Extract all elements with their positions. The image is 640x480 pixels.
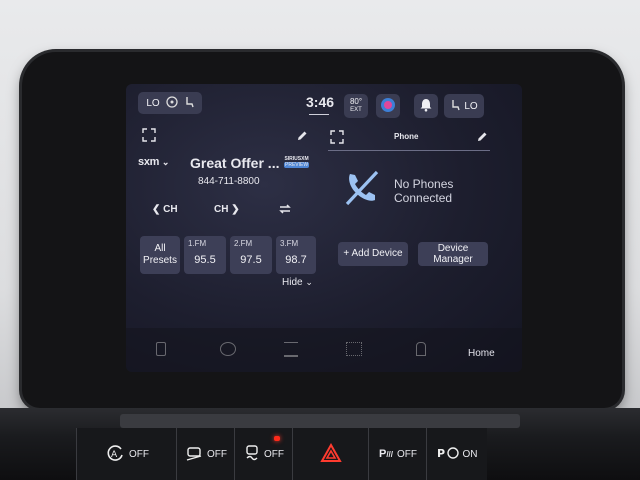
hide-label: Hide [282, 277, 303, 288]
expand-radio-icon[interactable] [142, 128, 156, 142]
comfort-icon[interactable] [220, 342, 236, 356]
edit-radio-icon[interactable] [296, 130, 308, 142]
auto-start-stop-state: OFF [129, 448, 149, 460]
right-seat-heat-button[interactable]: LO [444, 94, 484, 118]
phone-status: No Phones Connected [394, 177, 453, 205]
chevron-left-icon: ❮ [152, 204, 161, 215]
exterior-temp: 80° EXT [344, 94, 368, 118]
phone-dock-icon[interactable] [416, 342, 426, 356]
edit-phone-icon[interactable] [476, 131, 488, 143]
siriusxm-app-button[interactable] [376, 94, 400, 118]
station-title: Great Offer ... [190, 155, 280, 171]
right-seat-label: LO [464, 100, 478, 112]
source-selector[interactable]: sxm ⌄ [138, 156, 169, 168]
phone-panel-title: Phone [394, 132, 419, 141]
all-presets-line1: All [154, 243, 166, 254]
hill-descent-state: OFF [207, 448, 227, 460]
apps-icon[interactable] [346, 342, 362, 356]
traction-control-state: OFF [264, 448, 284, 460]
traction-control-switch[interactable]: OFF [234, 428, 293, 480]
auto-start-stop-icon: A [105, 443, 125, 466]
expand-phone-icon[interactable] [330, 130, 344, 144]
left-seat-label: LO [146, 97, 160, 109]
svg-text:A: A [111, 450, 118, 460]
preset-frequency: 97.5 [240, 254, 262, 266]
phone-status-line2: Connected [394, 191, 453, 205]
seat-heat-icon [184, 96, 194, 111]
siriusxm-preview-badge: SIRIUSXM PREVIEW [284, 156, 310, 168]
hardware-switch-bank: A OFF OFF OFF P/// OFF P ON [0, 408, 640, 480]
all-presets-button[interactable]: All Presets [140, 236, 180, 274]
lane-assist-switch[interactable]: P ON [426, 428, 487, 480]
steering-heat-icon [166, 95, 178, 111]
hazard-icon [320, 442, 342, 466]
infotainment-screen: LO 3:46 80° EXT LO sxm ⌄ Great Offer ...… [126, 84, 522, 372]
station-phone-number: 844-711-8800 [198, 176, 260, 187]
channel-up-label: CH [214, 204, 229, 215]
chevron-down-icon: ⌄ [161, 157, 170, 167]
hazard-switch[interactable] [292, 428, 369, 480]
bottom-dock [126, 328, 522, 372]
clock: 3:46 [306, 94, 335, 110]
preset-button-1[interactable]: 1.FM 95.5 [184, 236, 226, 274]
add-device-button[interactable]: + Add Device [338, 242, 408, 266]
device-manager-line2: Manager [433, 254, 473, 265]
auto-start-stop-switch[interactable]: A OFF [76, 428, 177, 480]
hill-descent-switch[interactable]: OFF [176, 428, 235, 480]
chevron-down-icon: ⌄ [305, 277, 313, 287]
hide-presets-button[interactable]: Hide ⌄ [282, 277, 313, 288]
preset-button-3[interactable]: 3.FM 98.7 [276, 236, 316, 274]
left-seat-heat-button[interactable]: LO [138, 92, 202, 114]
svg-text:P: P [437, 447, 445, 460]
badge-bottom-text: PREVIEW [284, 162, 310, 168]
preset-label: 2.FM [234, 239, 253, 248]
preset-frequency: 98.7 [285, 254, 307, 266]
lane-assist-icon: P [437, 445, 459, 464]
preset-button-2[interactable]: 2.FM 97.5 [230, 236, 272, 274]
preset-label: 3.FM [280, 239, 299, 248]
channel-down-label: CH [163, 204, 178, 215]
temperature-sub: EXT [350, 107, 362, 113]
device-manager-line1: Device [437, 243, 469, 254]
clock-underline [309, 114, 329, 115]
all-presets-line2: Presets [143, 255, 177, 266]
home-button[interactable]: Home [468, 348, 495, 359]
lane-assist-state: ON [462, 448, 478, 460]
phone-disconnected-icon [342, 168, 382, 208]
seat-heat-icon [450, 99, 460, 114]
media-icon[interactable] [156, 342, 166, 356]
vehicle-icon[interactable] [284, 342, 298, 357]
temperature-value: 80° [349, 97, 363, 106]
add-device-label: + Add Device [343, 248, 403, 259]
channel-down-button[interactable]: ❮ CH [152, 204, 178, 215]
hill-descent-icon [185, 444, 203, 465]
source-label: sxm [138, 156, 160, 168]
shuffle-icon[interactable] [278, 203, 292, 215]
park-assist-state: OFF [397, 448, 417, 460]
siriusxm-app-icon [380, 97, 396, 116]
phone-status-line1: No Phones [394, 177, 454, 191]
park-assist-icon: P/// [378, 448, 393, 460]
cd-slot [120, 414, 520, 428]
preset-frequency: 95.5 [194, 254, 216, 266]
bell-icon [419, 98, 433, 115]
traction-control-icon [244, 444, 260, 465]
notifications-button[interactable] [414, 94, 438, 118]
channel-up-button[interactable]: CH ❯ [214, 204, 240, 215]
park-assist-switch[interactable]: P/// OFF [368, 428, 427, 480]
preset-label: 1.FM [188, 239, 207, 248]
traction-indicator-led [274, 436, 280, 441]
chevron-right-icon: ❯ [231, 204, 240, 215]
phone-header-divider [328, 150, 490, 151]
device-manager-button[interactable]: Device Manager [418, 242, 488, 266]
